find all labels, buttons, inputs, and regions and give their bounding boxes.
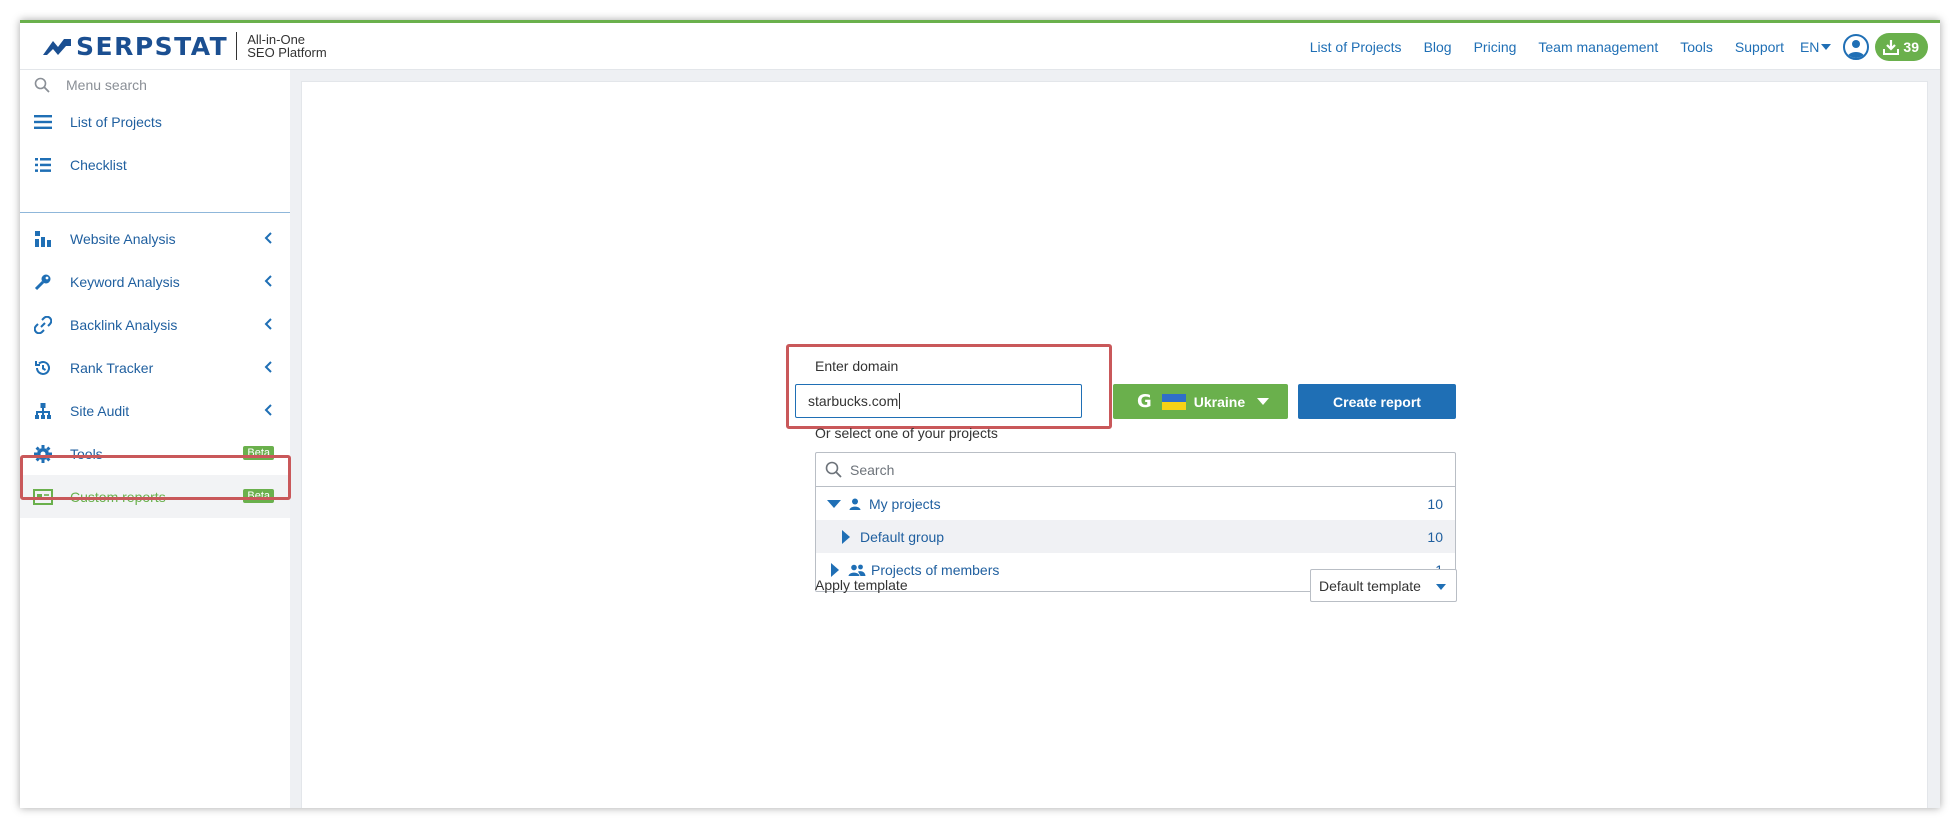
- header-nav: List of Projects Blog Pricing Team manag…: [1310, 23, 1940, 70]
- downloads-count: 39: [1903, 38, 1919, 55]
- sidebar-item-label: Rank Tracker: [70, 359, 154, 376]
- sidebar-item-label: Site Audit: [70, 402, 130, 419]
- project-count: 10: [1427, 528, 1443, 545]
- language-label: EN: [1799, 38, 1820, 55]
- search-engine-label: Ukraine: [1193, 393, 1246, 410]
- chevron-left-icon: [264, 361, 272, 373]
- nav-pricing[interactable]: Pricing: [1474, 39, 1517, 55]
- caret-right-icon: [831, 562, 839, 577]
- text-cursor: [899, 393, 901, 409]
- brand-name: SERPSTAT: [76, 31, 229, 61]
- list-icon: [32, 111, 54, 133]
- select-project-label: Or select one of your projects: [815, 425, 998, 441]
- tagline-line-2: SEO Platform: [247, 45, 327, 60]
- template-select-value: Default template: [1319, 577, 1421, 594]
- project-group-label: Default group: [860, 528, 945, 545]
- download-icon: [1883, 39, 1900, 55]
- sidebar-item-site-audit[interactable]: Site Audit: [20, 389, 290, 432]
- nav-team-management[interactable]: Team management: [1538, 39, 1658, 55]
- sidebar-item-backlink-analysis[interactable]: Backlink Analysis: [20, 303, 290, 346]
- domain-label: Enter domain: [815, 358, 899, 374]
- project-group-label: My projects: [869, 495, 941, 512]
- chevron-down-icon: [1436, 584, 1446, 590]
- app-window: SERPSTAT All-in-One SEO Platform List of…: [20, 20, 1940, 808]
- nav-support[interactable]: Support: [1735, 39, 1784, 55]
- caret-down-icon: [827, 499, 841, 508]
- sidebar: Menu search List of Projects Checklist W…: [20, 70, 290, 808]
- sidebar-item-rank-tracker[interactable]: Rank Tracker: [20, 346, 290, 389]
- project-search-placeholder: Search: [850, 461, 895, 478]
- search-icon: [34, 77, 50, 93]
- sidebar-divider: [20, 212, 290, 213]
- sidebar-item-checklist[interactable]: Checklist: [20, 143, 290, 186]
- main-content: Enter domain starbucks.com G Ukraine Cre…: [301, 81, 1928, 808]
- logo-mark-icon: [43, 39, 71, 55]
- chevron-down-icon: [1257, 398, 1270, 405]
- link-icon: [32, 314, 54, 336]
- sidebar-item-label: Checklist: [70, 156, 127, 173]
- nav-blog[interactable]: Blog: [1424, 39, 1452, 55]
- key-icon: [32, 271, 54, 293]
- chevron-left-icon: [264, 232, 272, 244]
- top-header: SERPSTAT All-in-One SEO Platform List of…: [20, 23, 1940, 70]
- create-report-button[interactable]: Create report: [1298, 384, 1456, 419]
- project-search-input[interactable]: Search: [816, 453, 1455, 487]
- sidebar-item-website-analysis[interactable]: Website Analysis: [20, 217, 290, 260]
- chevron-left-icon: [264, 318, 272, 330]
- sidebar-item-list-of-projects[interactable]: List of Projects: [20, 100, 290, 143]
- menu-search[interactable]: Menu search: [20, 70, 290, 100]
- language-selector[interactable]: EN: [1799, 38, 1832, 55]
- project-group-my-projects[interactable]: My projects 10: [816, 487, 1455, 520]
- chevron-left-icon: [264, 275, 272, 287]
- sidebar-item-keyword-analysis[interactable]: Keyword Analysis: [20, 260, 290, 303]
- domain-input[interactable]: starbucks.com: [795, 384, 1082, 418]
- domain-input-value: starbucks.com: [808, 393, 899, 409]
- search-engine-selector[interactable]: G Ukraine: [1113, 384, 1288, 419]
- downloads-button[interactable]: 39: [1875, 32, 1928, 61]
- project-count: 10: [1427, 495, 1443, 512]
- chevron-down-icon: [1821, 43, 1832, 50]
- google-icon: G: [1137, 391, 1152, 412]
- project-group-label: Projects of members: [871, 561, 1000, 578]
- serpstat-logo[interactable]: SERPSTAT All-in-One SEO Platform: [42, 23, 327, 70]
- checklist-icon: [32, 154, 54, 176]
- history-icon: [32, 357, 54, 379]
- user-icon: [849, 498, 861, 510]
- users-icon: [848, 564, 866, 576]
- ukraine-flag-icon: [1161, 393, 1186, 410]
- nav-list-of-projects[interactable]: List of Projects: [1310, 39, 1402, 55]
- website-analysis-icon: [32, 228, 54, 250]
- nav-tools[interactable]: Tools: [1680, 39, 1713, 55]
- template-label: Apply template: [815, 577, 908, 593]
- search-icon: [825, 461, 842, 478]
- caret-right-icon: [842, 529, 850, 544]
- user-icon: [1847, 39, 1866, 58]
- project-group-default-group[interactable]: Default group 10: [816, 520, 1455, 553]
- menu-search-placeholder: Menu search: [66, 77, 147, 93]
- chevron-left-icon: [264, 404, 272, 416]
- sidebar-item-label: Website Analysis: [70, 230, 176, 247]
- brand-tagline: All-in-One SEO Platform: [247, 33, 326, 59]
- sitemap-icon: [32, 400, 54, 422]
- logo-divider: [236, 32, 238, 60]
- template-select[interactable]: Default template: [1310, 569, 1457, 602]
- sidebar-item-label: Backlink Analysis: [70, 316, 178, 333]
- sidebar-item-label: List of Projects: [70, 113, 162, 130]
- sidebar-item-label: Keyword Analysis: [70, 273, 180, 290]
- user-avatar-icon[interactable]: [1843, 33, 1870, 60]
- custom-reports-highlight: [20, 455, 291, 500]
